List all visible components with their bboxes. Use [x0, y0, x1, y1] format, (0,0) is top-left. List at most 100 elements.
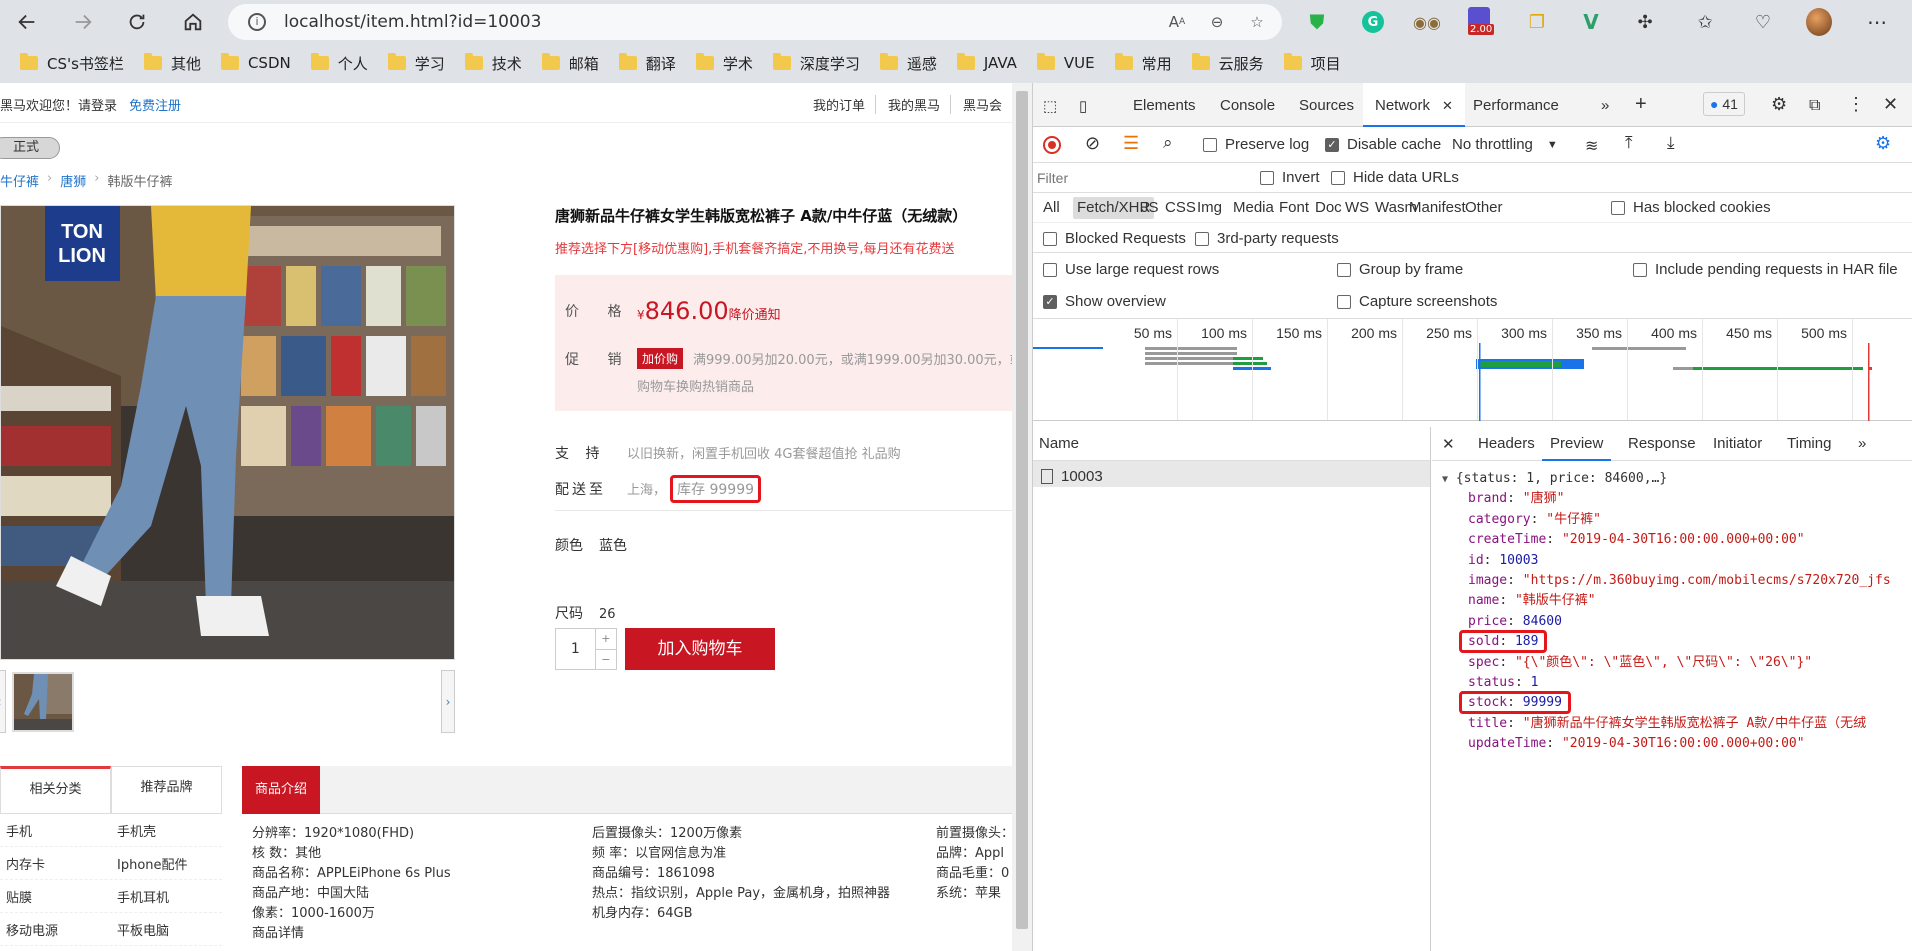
bookmark-folder[interactable]: CSDN	[213, 49, 299, 77]
type-filter[interactable]: JS	[1141, 199, 1159, 216]
json-line[interactable]: image: "https://m.360buyimg.com/mobilecm…	[1432, 571, 1912, 591]
promo-line[interactable]: 推荐选择下方[移动优惠购],手机套餐齐搞定,不用换号,每月还有花费送	[555, 238, 1012, 257]
favorite-star-icon[interactable]: ☆	[1246, 11, 1268, 33]
json-line[interactable]: price: 84600	[1432, 612, 1912, 632]
close-detail-icon[interactable]: ✕	[1442, 435, 1455, 453]
bookmark-folder[interactable]: 常用	[1107, 49, 1180, 77]
increment-button[interactable]: +	[595, 629, 616, 650]
price-notice-link[interactable]: 降价通知	[729, 308, 781, 323]
json-line[interactable]: category: "牛仔裤"	[1432, 510, 1912, 530]
back-button[interactable]	[6, 5, 48, 39]
bookmark-folder[interactable]: CS's书签栏	[12, 49, 132, 77]
product-main-image[interactable]: TON LION	[0, 205, 455, 660]
json-line[interactable]: stock: 99999	[1432, 691, 1912, 715]
quantity-value[interactable]: 1	[556, 629, 595, 669]
vue-devtools-icon[interactable]: V	[1578, 9, 1604, 35]
import-har-icon[interactable]: ⤒	[1625, 133, 1633, 153]
register-link[interactable]: 免费注册	[129, 99, 181, 114]
decrement-button[interactable]: −	[596, 650, 616, 670]
network-overview-timeline[interactable]: 50 ms 100 ms 150 ms 200 ms 250 ms 300 ms 350 m…	[1033, 319, 1912, 421]
bookmark-folder[interactable]: 技术	[457, 49, 530, 77]
shield-extension-icon[interactable]: ⛊	[1304, 9, 1330, 35]
tab-timing[interactable]: Timing	[1787, 435, 1831, 452]
size-option[interactable]: 26	[599, 607, 616, 622]
settings-gear-icon[interactable]: ⚙	[1771, 94, 1787, 115]
throttling-select[interactable]: No throttling ▼	[1452, 136, 1558, 153]
group-by-frame-checkbox[interactable]: Group by frame	[1337, 261, 1463, 278]
bookmark-folder[interactable]: 学术	[688, 49, 761, 77]
include-pending-checkbox[interactable]: Include pending requests in HAR file	[1633, 261, 1898, 278]
category-link[interactable]: 贴膜	[0, 887, 111, 906]
top-link[interactable]: 黑马会	[963, 95, 1012, 114]
thumbnail-image[interactable]	[12, 672, 74, 732]
browser-essentials-icon[interactable]: ♡	[1750, 9, 1776, 35]
extensions-puzzle-icon[interactable]: ✣	[1632, 9, 1658, 35]
bookmark-folder[interactable]: 项目	[1276, 49, 1349, 77]
show-overview-checkbox[interactable]: ✓ Show overview	[1043, 293, 1166, 310]
category-link[interactable]: 手机壳	[111, 821, 222, 840]
bookmark-folder[interactable]: JAVA	[949, 49, 1025, 77]
welcome-text[interactable]: 黑马欢迎您！请登录	[0, 99, 117, 114]
tab-network[interactable]: Network ✕	[1363, 83, 1465, 127]
invert-checkbox[interactable]: Invert	[1260, 169, 1320, 186]
clear-icon[interactable]: ⊘	[1085, 133, 1100, 154]
has-blocked-cookies-checkbox[interactable]: Has blocked cookies	[1611, 199, 1771, 216]
type-filter[interactable]: Media	[1233, 199, 1274, 216]
bookmark-folder[interactable]: 云服务	[1184, 49, 1272, 77]
bookmark-folder[interactable]: 学习	[380, 49, 453, 77]
bookmark-folder[interactable]: 其他	[136, 49, 209, 77]
json-line[interactable]: spec: "{\"颜色\": \"蓝色\", \"尺码\": \"26\"}"	[1432, 653, 1912, 673]
json-line[interactable]: title: "唐狮新品牛仔裤女学生韩版宽松裤子 A款/中牛仔蓝（无绒	[1432, 714, 1912, 734]
capture-screenshots-checkbox[interactable]: Capture screenshots	[1337, 293, 1497, 310]
refresh-button[interactable]	[116, 5, 158, 39]
close-tab-icon[interactable]: ✕	[1442, 98, 1453, 113]
category-link[interactable]: 移动电源	[0, 920, 111, 939]
category-link[interactable]: 手机耳机	[111, 887, 222, 906]
json-line[interactable]: createTime: "2019-04-30T16:00:00.000+00:…	[1432, 530, 1912, 550]
url-text[interactable]: localhost/item.html?id=10003	[284, 12, 541, 32]
preserve-log-checkbox[interactable]: Preserve log	[1203, 136, 1309, 153]
more-detail-tabs-icon[interactable]: »	[1858, 435, 1866, 452]
network-settings-icon[interactable]: ⚙	[1875, 133, 1891, 154]
issues-counter[interactable]: ● 41	[1703, 92, 1745, 116]
category-link[interactable]: 内存卡	[0, 854, 111, 873]
tab-headers[interactable]: Headers	[1478, 435, 1535, 452]
type-filter[interactable]: Font	[1279, 199, 1309, 216]
owl-extension-icon[interactable]: ◉◉	[1413, 9, 1441, 35]
more-options-icon[interactable]: ⋮	[1847, 94, 1865, 115]
bookmark-folder[interactable]: 邮箱	[534, 49, 607, 77]
blocked-requests-checkbox[interactable]: Blocked Requests	[1043, 230, 1186, 247]
json-line[interactable]: brand: "唐狮"	[1432, 489, 1912, 509]
more-menu-icon[interactable]: ⋯	[1864, 9, 1890, 35]
tab-initiator[interactable]: Initiator	[1713, 435, 1762, 452]
request-row[interactable]: 10003	[1033, 461, 1430, 487]
type-filter[interactable]: CSS	[1165, 199, 1196, 216]
json-summary-line[interactable]: ▼ {status: 1, price: 84600,…}	[1432, 469, 1912, 489]
json-preview[interactable]: ▼ {status: 1, price: 84600,…} brand: "唐狮…	[1432, 469, 1912, 754]
grammarly-extension-icon[interactable]: G	[1360, 9, 1386, 35]
bookmark-folder[interactable]: 遥感	[872, 49, 945, 77]
tab-preview[interactable]: Preview	[1542, 427, 1612, 461]
page-scrollbar[interactable]	[1012, 83, 1032, 951]
customize-icon[interactable]: ⧉	[1809, 97, 1820, 115]
json-line[interactable]: id: 10003	[1432, 551, 1912, 571]
favorites-icon[interactable]: ✩	[1692, 9, 1718, 35]
bookmark-folder[interactable]: 深度学习	[765, 49, 868, 77]
type-filter[interactable]: All	[1043, 199, 1060, 216]
bookmark-folder[interactable]: VUE	[1029, 49, 1103, 77]
thumb-next-arrow[interactable]: ›	[441, 670, 455, 733]
bookmark-folder[interactable]: 个人	[303, 49, 376, 77]
third-party-checkbox[interactable]: 3rd-party requests	[1195, 230, 1339, 247]
category-link[interactable]: 平板电脑	[111, 920, 222, 939]
tab-sources[interactable]: Sources	[1299, 97, 1354, 114]
type-filter[interactable]: Other	[1465, 199, 1503, 216]
json-line[interactable]: name: "韩版牛仔裤"	[1432, 591, 1912, 611]
address-bar[interactable]: i localhost/item.html?id=10003 AA ⊖ ☆	[228, 4, 1282, 40]
bookmark-folder[interactable]: 翻译	[611, 49, 684, 77]
forward-button[interactable]	[62, 5, 104, 39]
filter-input[interactable]	[1037, 167, 1237, 189]
type-filter[interactable]: WS	[1345, 199, 1369, 216]
sale-text-2[interactable]: 购物车换购热销商品	[637, 376, 754, 395]
color-option[interactable]: 蓝色	[599, 538, 627, 554]
quantity-stepper[interactable]: 1 + −	[555, 628, 617, 670]
